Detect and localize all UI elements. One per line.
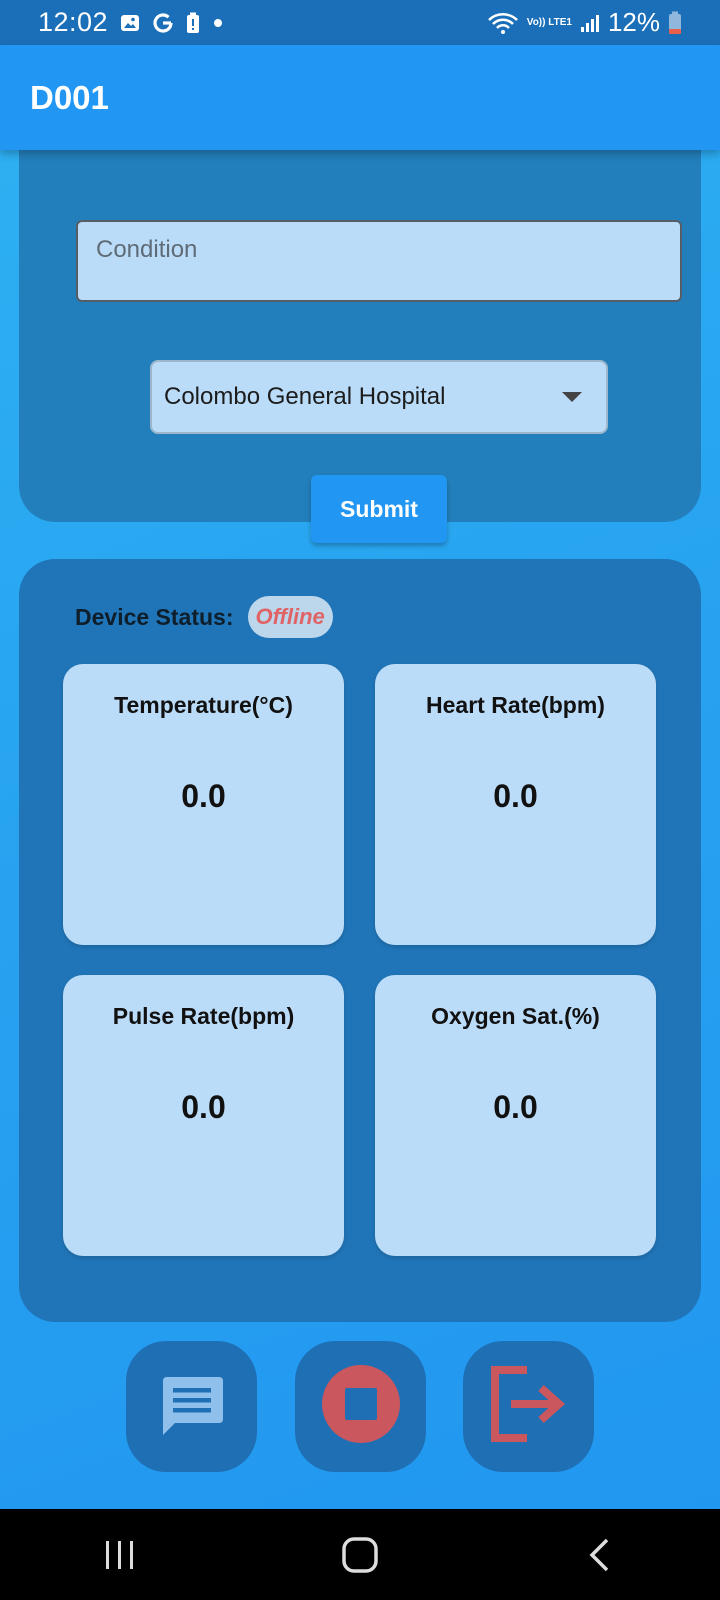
system-nav-bar [0, 1509, 720, 1600]
app-bar: D001 [0, 45, 720, 150]
back-icon [589, 1538, 609, 1571]
logout-button[interactable] [463, 1341, 594, 1472]
wifi-icon [487, 11, 519, 35]
google-icon [152, 12, 174, 34]
stop-button[interactable] [295, 1341, 426, 1472]
metric-label: Oxygen Sat.(%) [431, 1003, 600, 1029]
hospital-dropdown[interactable]: Colombo General Hospital [150, 360, 608, 434]
home-button[interactable] [330, 1525, 390, 1585]
patient-form-card: Condition Colombo General Hospital Submi… [19, 100, 701, 543]
message-icon [159, 1371, 225, 1442]
page-title: D001 [30, 78, 109, 116]
hospital-selected-value: Colombo General Hospital [164, 383, 446, 410]
battery-icon [668, 11, 682, 35]
status-time: 12:02 [38, 7, 109, 37]
message-button[interactable] [126, 1341, 257, 1472]
battery-percent: 12% [607, 7, 660, 37]
device-status-label: Device Status: [75, 603, 234, 630]
device-status: Device Status: Offline [75, 596, 333, 638]
device-card: Device Status: Offline Temperature(°C) 0… [19, 559, 701, 1322]
metric-value: 0.0 [493, 778, 538, 814]
metric-label: Pulse Rate(bpm) [112, 1003, 295, 1029]
metric-value: 0.0 [181, 778, 226, 814]
submit-button[interactable]: Submit [311, 475, 447, 543]
recent-apps-button[interactable] [90, 1525, 150, 1585]
status-badge: Offline [247, 596, 333, 638]
signal-icon [580, 13, 600, 33]
gallery-icon [120, 13, 140, 33]
volte-icon: Vo)) LTE1 [526, 16, 572, 28]
recent-apps-icon [106, 1540, 133, 1569]
home-icon [342, 1536, 378, 1573]
oxygen-sat-card: Oxygen Sat.(%) 0.0 [375, 975, 656, 1256]
pulse-rate-card: Pulse Rate(bpm) 0.0 [63, 975, 344, 1256]
condition-placeholder: Condition [96, 236, 198, 263]
back-button[interactable] [570, 1525, 630, 1585]
metric-label: Heart Rate(bpm) [426, 692, 605, 718]
battery-alert-icon [186, 12, 200, 34]
chevron-down-icon [562, 392, 582, 402]
status-bar: 12:02 Vo)) LTE1 12% [0, 0, 720, 45]
stop-icon [321, 1364, 401, 1449]
condition-input[interactable]: Condition [76, 220, 682, 302]
metric-value: 0.0 [493, 1089, 538, 1125]
logout-icon [489, 1366, 569, 1447]
heart-rate-card: Heart Rate(bpm) 0.0 [375, 664, 656, 945]
notification-dot-icon [212, 17, 224, 29]
metric-value: 0.0 [181, 1089, 226, 1125]
temperature-card: Temperature(°C) 0.0 [63, 664, 344, 945]
metric-label: Temperature(°C) [114, 692, 293, 718]
